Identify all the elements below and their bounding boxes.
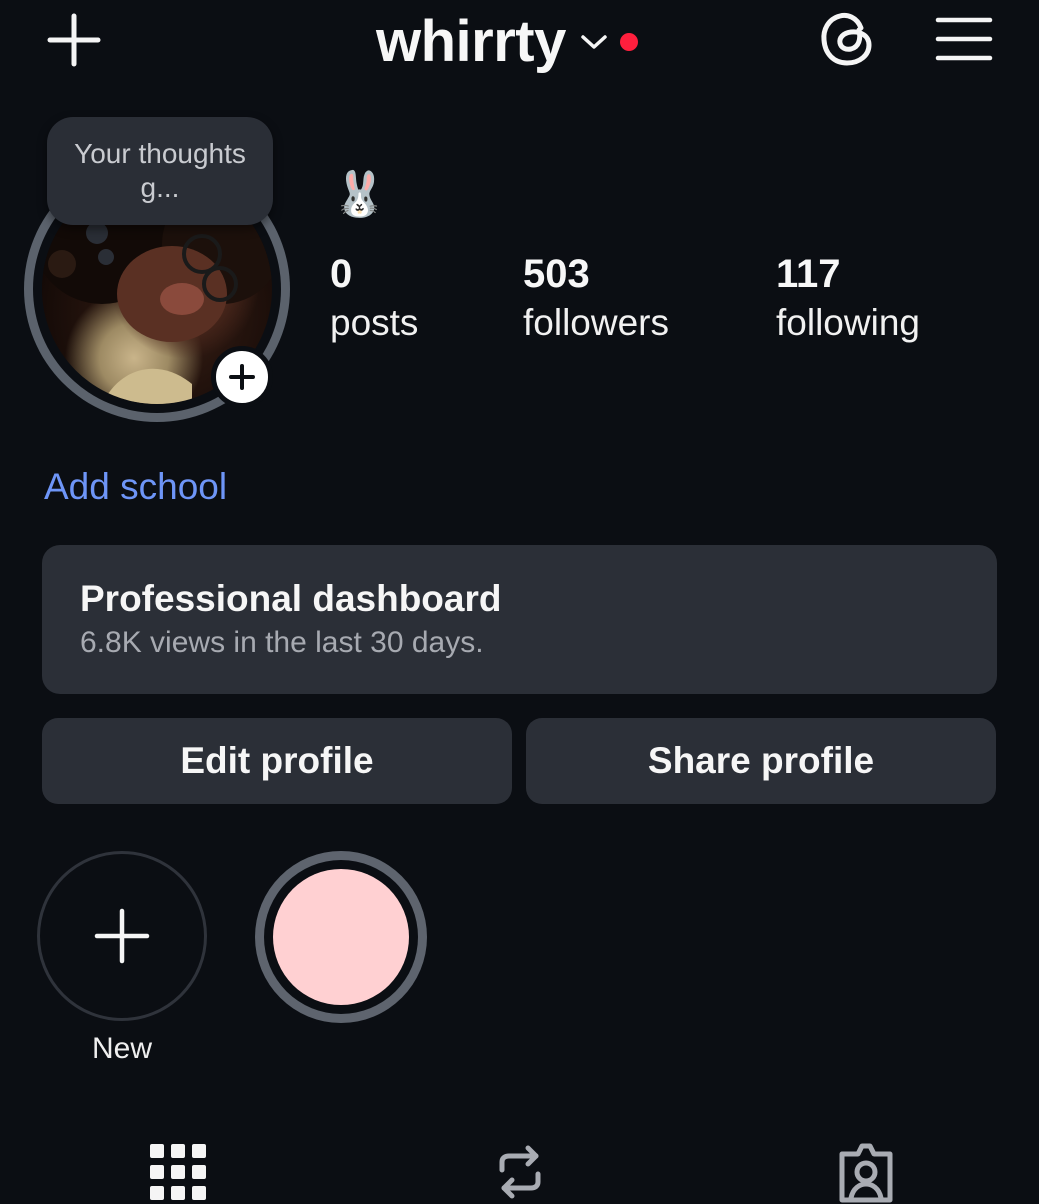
stat-label: following bbox=[776, 302, 920, 343]
account-switcher[interactable]: whirrty bbox=[376, 6, 638, 78]
stat-value: 503 bbox=[523, 252, 590, 296]
stat-value: 117 bbox=[776, 252, 841, 296]
edit-profile-button[interactable]: Edit profile bbox=[42, 718, 512, 804]
plus-icon bbox=[229, 364, 255, 390]
stat-following[interactable]: 117 following bbox=[776, 248, 920, 346]
threads-icon[interactable] bbox=[816, 8, 878, 70]
note-emoji: 🐰 bbox=[332, 170, 387, 219]
stat-value: 0 bbox=[330, 252, 353, 296]
create-plus-icon[interactable] bbox=[44, 10, 104, 70]
tagged-icon[interactable] bbox=[834, 1140, 898, 1204]
grid-icon[interactable] bbox=[146, 1140, 210, 1204]
stat-label: posts bbox=[330, 302, 419, 343]
dashboard-title: Professional dashboard bbox=[80, 578, 502, 619]
username-title: whirrty bbox=[376, 9, 566, 74]
stat-followers[interactable]: 503 followers bbox=[523, 248, 669, 346]
highlight-cover[interactable] bbox=[273, 869, 409, 1005]
chevron-down-icon bbox=[581, 35, 607, 49]
plus-icon bbox=[94, 908, 150, 964]
menu-icon[interactable] bbox=[934, 14, 994, 64]
notification-dot bbox=[619, 33, 638, 51]
stat-posts[interactable]: 0 posts bbox=[330, 248, 418, 346]
dashboard-subtitle: 6.8K views in the last 30 days. bbox=[80, 626, 484, 659]
reels-repost-icon[interactable] bbox=[488, 1140, 552, 1204]
stat-label: followers bbox=[523, 302, 669, 343]
professional-dashboard-card[interactable]: Professional dashboard 6.8K views in the… bbox=[42, 545, 997, 694]
new-highlight-label: New bbox=[91, 1032, 152, 1065]
add-story-button[interactable] bbox=[211, 346, 273, 408]
note-bubble-tail bbox=[86, 222, 108, 244]
new-highlight-button[interactable] bbox=[37, 851, 207, 1021]
share-profile-button[interactable]: Share profile bbox=[526, 718, 996, 804]
note-bubble[interactable]: Your thoughts g... bbox=[47, 117, 273, 225]
add-school-link[interactable]: Add school bbox=[44, 466, 227, 508]
note-bubble-tail-small bbox=[98, 249, 114, 265]
note-bubble-text: Your thoughts g... bbox=[74, 138, 246, 203]
